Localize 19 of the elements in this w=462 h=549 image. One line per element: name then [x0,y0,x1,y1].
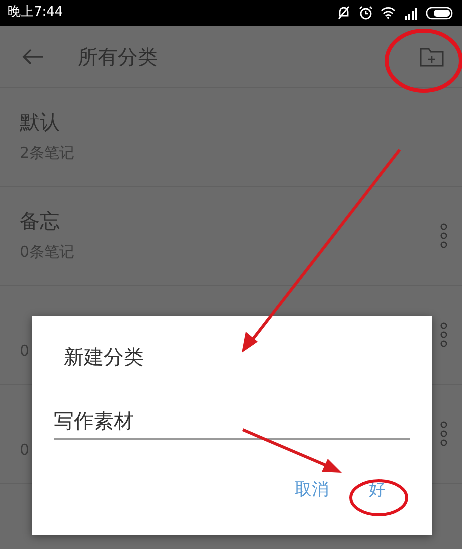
alarm-icon [359,6,373,20]
new-folder-icon[interactable] [420,46,444,68]
status-time: 晚上7:44 [8,4,64,22]
battery-icon [426,6,454,20]
category-name: 备忘 [20,208,61,233]
more-menu-icon[interactable] [440,322,448,348]
more-menu-icon[interactable] [440,421,448,447]
annotation-circle [348,478,410,518]
dialog-button[interactable]: 好 [361,474,394,508]
dialog-button[interactable]: 取消 [287,474,337,508]
wifi-icon [381,7,396,19]
signal-icon [404,6,418,20]
input-field[interactable]: 写作素材 [54,406,410,440]
more-menu-icon[interactable] [440,223,448,249]
back-arrow-icon[interactable] [22,48,44,64]
dialog-title: 新建分类 [64,344,145,371]
page-title: 所有分类 [78,44,158,70]
category-name: 默认 [20,110,61,134]
mute-icon [337,6,351,20]
